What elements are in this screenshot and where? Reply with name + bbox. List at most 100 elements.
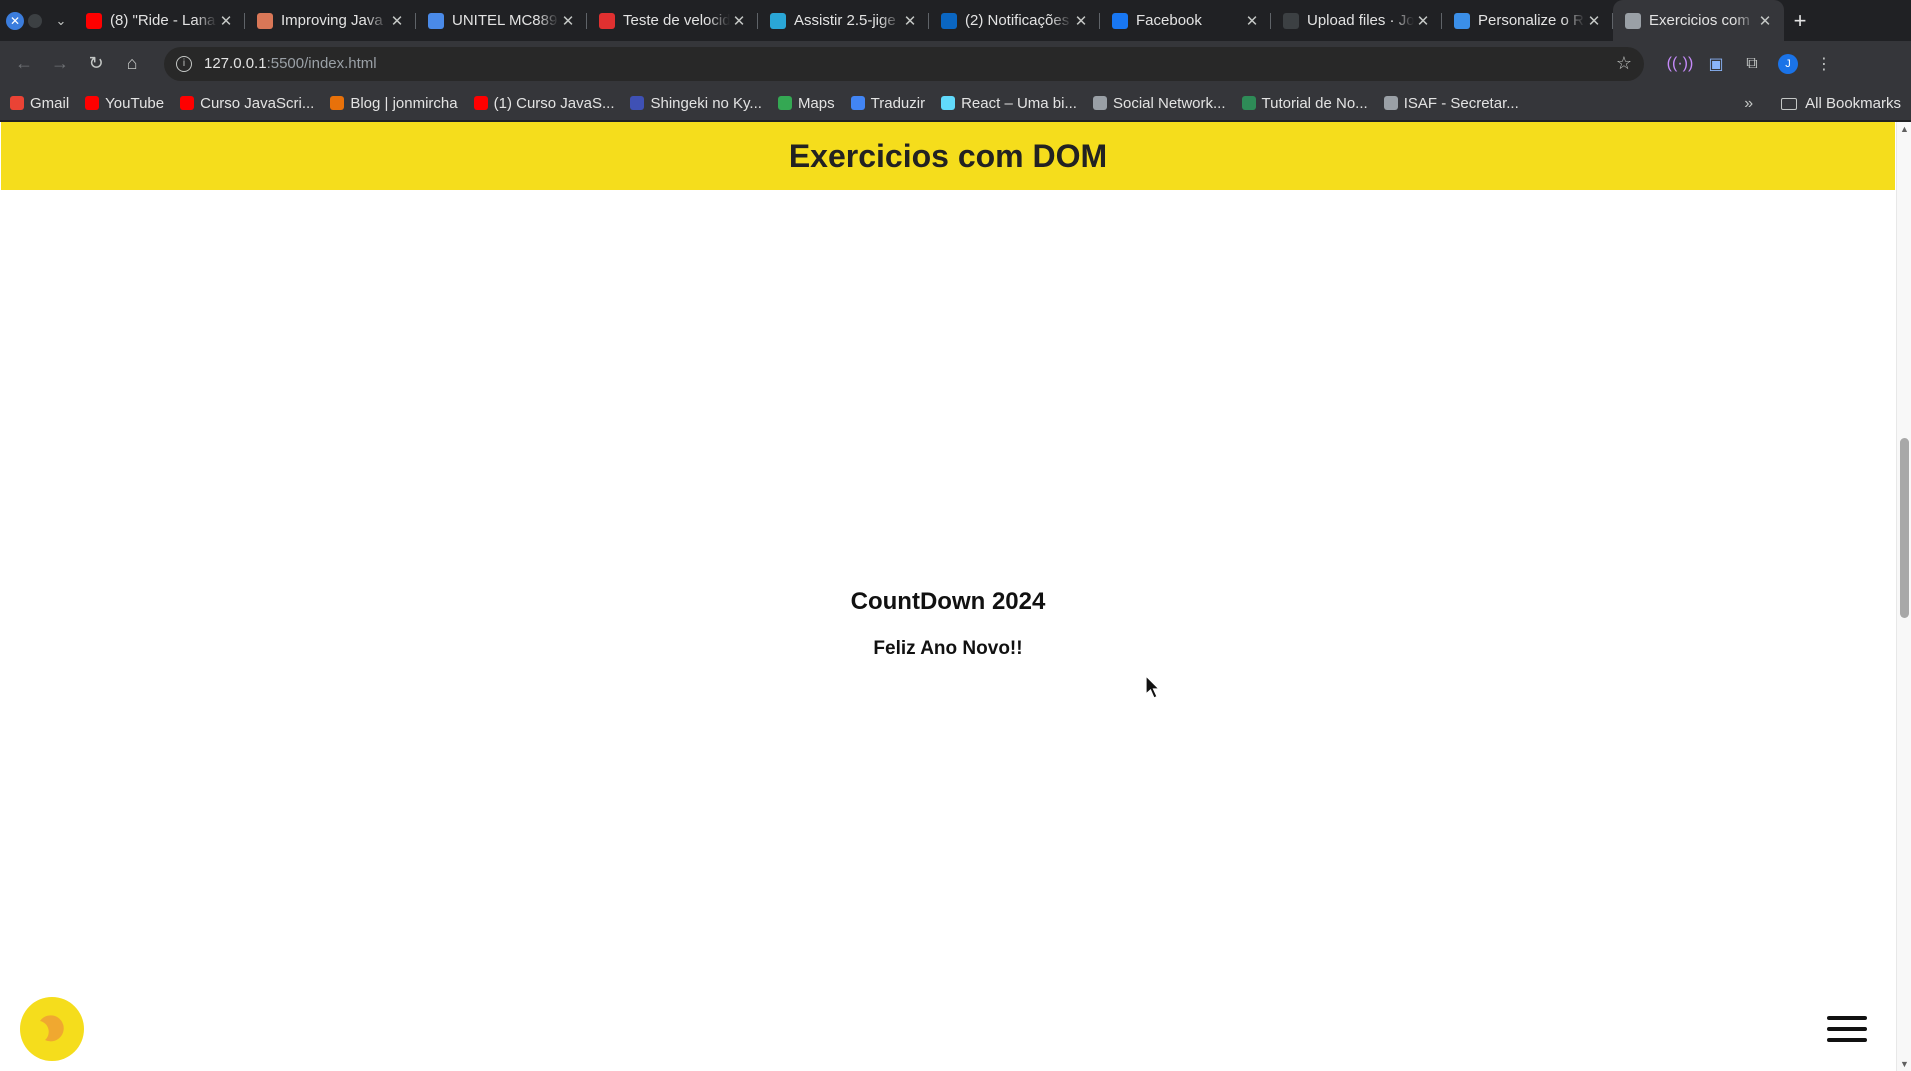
bookmark-item[interactable]: Gmail (10, 95, 69, 112)
bookmarks-bar: Gmail YouTube Curso JavaScri... Blog | jonm… (0, 86, 1911, 121)
bookmark-item[interactable]: Shingeki no Ky... (630, 94, 762, 112)
claude-icon (257, 12, 273, 29)
scroll-thumb[interactable] (1900, 438, 1909, 618)
browser-tab[interactable]: Exercicios com ✕ (1613, 0, 1784, 41)
menu-kebab-icon[interactable]: ⋮ (1806, 46, 1842, 82)
forward-button[interactable]: → (42, 46, 78, 82)
bookmark-item[interactable]: (1) Curso JavaS... (473, 95, 614, 112)
settings-icon (1092, 96, 1107, 110)
browser-tab[interactable]: Teste de velocid ✕ (587, 0, 758, 41)
page-viewport: Exercicios com DOM CountDown 2024 Feliz … (0, 122, 1911, 1071)
tab-close-icon[interactable]: ✕ (730, 12, 748, 30)
blog-icon (330, 96, 345, 110)
github-icon (1283, 12, 1299, 29)
all-bookmarks-button[interactable]: All Bookmarks (1805, 95, 1901, 112)
bookmark-label: Shingeki no Ky... (650, 94, 762, 112)
home-button[interactable]: ⌂ (114, 46, 150, 82)
tab-title: Facebook (1136, 12, 1202, 29)
browser-tab[interactable]: UNITEL MC889 ✕ (416, 0, 587, 41)
youtube-icon (85, 96, 100, 110)
extension-cast-icon[interactable]: ▣ (1698, 46, 1734, 82)
browser-tab[interactable]: Personalize o R ✕ (1442, 0, 1613, 41)
tab-list-chevron-icon[interactable]: ⌄ (48, 8, 74, 34)
new-tab-button[interactable]: + (1784, 8, 1816, 34)
translate-icon (850, 96, 865, 110)
hamburger-menu-button[interactable] (1827, 1016, 1867, 1042)
tab-title: Exercicios com (1649, 12, 1750, 29)
maps-icon (777, 96, 792, 110)
edge-icon (1454, 12, 1470, 29)
scroll-down-arrow-icon[interactable]: ▼ (1897, 1059, 1911, 1069)
bookmark-item[interactable]: React – Uma bi... (941, 95, 1077, 112)
speedtest-icon (599, 12, 615, 29)
countdown-message: Feliz Ano Novo!! (873, 638, 1023, 659)
youtube-icon (180, 96, 195, 110)
anime-icon (770, 12, 786, 29)
bookmark-label: Social Network... (1112, 94, 1226, 112)
globe-icon (1383, 96, 1398, 110)
bookmark-item[interactable]: Curso JavaScri... (180, 95, 314, 112)
tab-close-icon[interactable]: ✕ (217, 12, 235, 30)
url-path: :5500/index.html (266, 55, 377, 72)
tab-title: Personalize o R (1478, 12, 1584, 29)
w-icon (1241, 96, 1256, 110)
tab-close-icon[interactable]: ✕ (1414, 12, 1432, 30)
reload-button[interactable]: ↻ (78, 46, 114, 82)
bookmark-item[interactable]: Social Network... (1092, 94, 1226, 112)
address-bar[interactable]: i 127.0.0.1:5500/index.html ☆ (164, 46, 1644, 81)
bookmark-item[interactable]: Maps (777, 94, 835, 112)
tab-close-icon[interactable]: ✕ (1585, 12, 1603, 30)
site-info-icon[interactable]: i (176, 55, 192, 72)
scroll-up-arrow-icon[interactable]: ▲ (1897, 124, 1911, 134)
bookmark-label: Curso JavaScri... (200, 94, 315, 112)
back-button[interactable]: ← (6, 46, 42, 82)
tab-close-icon[interactable]: ✕ (388, 12, 406, 30)
browser-tab[interactable]: Assistir 2.5-jige ✕ (758, 0, 929, 41)
extensions-puzzle-icon[interactable]: ⧉ (1734, 46, 1770, 82)
theme-toggle-button[interactable] (20, 997, 84, 1061)
bookmark-item[interactable]: Traduzir (850, 94, 926, 112)
browser-tab[interactable]: Improving Java ✕ (245, 0, 416, 41)
tab-search-icon[interactable]: ✕ (6, 11, 24, 30)
browser-tab[interactable]: Facebook ✕ (1100, 0, 1271, 41)
bookmark-label: Traduzir (870, 94, 926, 112)
bookmark-item[interactable]: Blog | jonmircha (330, 94, 458, 112)
tab-title: Improving Java (281, 12, 383, 29)
bookmarks-overflow-icon[interactable]: » (1744, 95, 1753, 113)
countdown-title: CountDown 2024 (850, 588, 1046, 615)
avatar: J (1778, 53, 1798, 74)
bookmark-label: YouTube (105, 94, 165, 112)
mouse-cursor-icon (1145, 675, 1161, 699)
bookmark-star-icon[interactable]: ☆ (1616, 53, 1632, 74)
tab-title: (8) "Ride - Lana (110, 12, 216, 29)
bookmark-item[interactable]: Tutorial de No... (1241, 95, 1368, 112)
bookmark-label: ISAF - Secretar... (1403, 94, 1519, 112)
page-scrollbar[interactable]: ▲ ▼ (1896, 122, 1911, 1071)
facebook-icon (1112, 12, 1128, 29)
bookmark-label: Blog | jonmircha (350, 94, 458, 112)
bookmark-label: Gmail (30, 94, 70, 112)
page-header: Exercicios com DOM (1, 122, 1895, 190)
bookmark-item[interactable]: YouTube (85, 95, 164, 112)
profile-avatar[interactable]: J (1770, 46, 1806, 82)
tab-close-icon[interactable]: ✕ (1072, 12, 1090, 30)
router-icon (428, 12, 444, 29)
browser-tab[interactable]: Upload files · Jo ✕ (1271, 0, 1442, 41)
folder-icon (1781, 97, 1798, 110)
tab-close-icon[interactable]: ✕ (901, 12, 919, 30)
browser-tab[interactable]: (2) Notificações ✕ (929, 0, 1100, 41)
tab-close-icon[interactable]: ✕ (1756, 12, 1774, 30)
browser-tab[interactable]: (8) "Ride - Lana ✕ (74, 0, 245, 41)
tabs-container: (8) "Ride - Lana ✕ Improving Java ✕ UNITEL M… (74, 0, 1784, 41)
tab-group-icon[interactable] (28, 13, 42, 28)
anime-icon (630, 96, 645, 110)
gmail-icon (10, 96, 24, 110)
hamburger-line (1827, 1038, 1867, 1042)
bookmark-label: Maps (797, 94, 835, 112)
tab-close-icon[interactable]: ✕ (1243, 12, 1261, 30)
tab-close-icon[interactable]: ✕ (559, 12, 577, 30)
tab-strip: ✕ ⌄ (8) "Ride - Lana ✕ Improving Java ✕ UNIT… (0, 0, 1911, 41)
countdown-section: CountDown 2024 Feliz Ano Novo!! (0, 588, 1896, 660)
bookmark-item[interactable]: ISAF - Secretar... (1383, 94, 1519, 112)
extension-broadcast-icon[interactable]: ((·)) (1662, 46, 1698, 82)
